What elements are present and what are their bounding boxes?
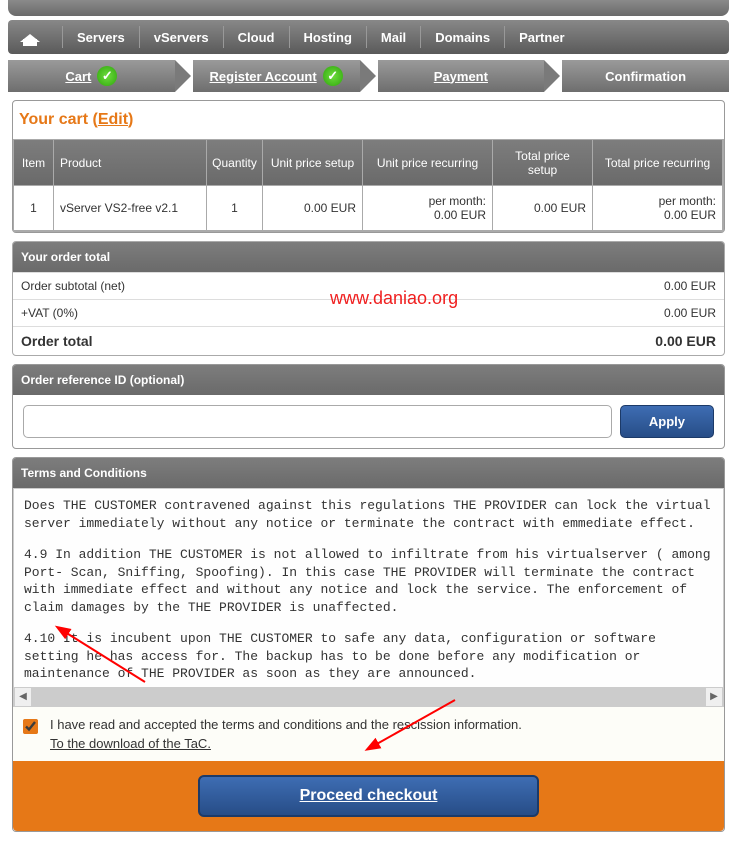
horizontal-scrollbar[interactable]: ◀ ▶ bbox=[13, 688, 724, 706]
cart-title-suffix: ) bbox=[128, 111, 133, 128]
check-icon: ✓ bbox=[323, 66, 343, 86]
totals-header: Your order total bbox=[13, 242, 724, 272]
subtotal-row: Order subtotal (net) 0.00 EUR bbox=[13, 272, 724, 299]
apply-button[interactable]: Apply bbox=[620, 405, 714, 438]
nav-hosting[interactable]: Hosting bbox=[304, 30, 352, 45]
reference-input[interactable] bbox=[23, 405, 612, 438]
recurring-label: per month: bbox=[429, 194, 486, 208]
scroll-left-icon[interactable]: ◀ bbox=[14, 688, 32, 706]
vat-value: 0.00 EUR bbox=[664, 306, 716, 320]
nav-separator bbox=[62, 26, 63, 48]
main-nav: Servers vServers Cloud Hosting Mail Doma… bbox=[8, 20, 729, 54]
th-total-recurring: Total price recurring bbox=[593, 140, 723, 186]
subtotal-label: Order subtotal (net) bbox=[21, 279, 125, 293]
home-icon[interactable] bbox=[20, 28, 40, 46]
step-confirmation-label: Confirmation bbox=[605, 69, 686, 84]
accept-terms-row: I have read and accepted the terms and c… bbox=[13, 706, 724, 761]
terms-card: Terms and Conditions Does THE CUSTOMER c… bbox=[12, 457, 725, 832]
proceed-checkout-button[interactable]: Proceed checkout bbox=[198, 775, 540, 817]
terms-paragraph: 4.9 In addition THE CUSTOMER is not allo… bbox=[24, 546, 713, 616]
nav-separator bbox=[504, 26, 505, 48]
step-confirmation: Confirmation bbox=[562, 60, 729, 92]
vat-label: +VAT (0%) bbox=[21, 306, 78, 320]
edit-cart-link[interactable]: Edit bbox=[98, 111, 128, 128]
th-item: Item bbox=[14, 140, 54, 186]
checkout-steps: Cart ✓ Register Account ✓ Payment Confirma… bbox=[8, 60, 729, 92]
accept-terms-label: I have read and accepted the terms and c… bbox=[50, 717, 522, 732]
terms-text-area[interactable]: Does THE CUSTOMER contravened against th… bbox=[13, 488, 724, 688]
step-register-label: Register Account bbox=[210, 69, 317, 84]
nav-separator bbox=[139, 26, 140, 48]
nav-separator bbox=[289, 26, 290, 48]
terms-paragraph: 4.10 It is incubent upon THE CUSTOMER to… bbox=[24, 630, 713, 683]
order-total-row: Order total 0.00 EUR bbox=[13, 326, 724, 355]
td-unit-recurring: per month:0.00 EUR bbox=[363, 186, 493, 231]
top-banner bbox=[8, 0, 729, 16]
recurring-value: 0.00 EUR bbox=[664, 208, 716, 222]
nav-domains[interactable]: Domains bbox=[435, 30, 490, 45]
terms-header: Terms and Conditions bbox=[13, 458, 724, 488]
cart-title-prefix: Your cart ( bbox=[19, 111, 98, 128]
cart-table: Item Product Quantity Unit price setup U… bbox=[13, 139, 724, 232]
nav-separator bbox=[223, 26, 224, 48]
td-unit-setup: 0.00 EUR bbox=[263, 186, 363, 231]
th-unit-recurring: Unit price recurring bbox=[363, 140, 493, 186]
td-total-recurring: per month:0.00 EUR bbox=[593, 186, 723, 231]
nav-cloud[interactable]: Cloud bbox=[238, 30, 275, 45]
recurring-value: 0.00 EUR bbox=[434, 208, 486, 222]
cart-card: Your cart (Edit) Item Product Quantity U… bbox=[12, 100, 725, 233]
reference-header: Order reference ID (optional) bbox=[13, 365, 724, 395]
th-total-setup: Total price setup bbox=[493, 140, 593, 186]
nav-mail[interactable]: Mail bbox=[381, 30, 406, 45]
vat-row: +VAT (0%) 0.00 EUR bbox=[13, 299, 724, 326]
nav-separator bbox=[420, 26, 421, 48]
terms-paragraph: Does THE CUSTOMER contravened against th… bbox=[24, 497, 713, 532]
step-register[interactable]: Register Account ✓ bbox=[193, 60, 360, 92]
step-payment-label: Payment bbox=[434, 69, 488, 84]
order-total-label: Order total bbox=[21, 333, 93, 349]
check-icon: ✓ bbox=[97, 66, 117, 86]
th-product: Product bbox=[54, 140, 207, 186]
td-total-setup: 0.00 EUR bbox=[493, 186, 593, 231]
th-unit-setup: Unit price setup bbox=[263, 140, 363, 186]
th-quantity: Quantity bbox=[207, 140, 263, 186]
scroll-right-icon[interactable]: ▶ bbox=[705, 688, 723, 706]
proceed-bar: Proceed checkout bbox=[13, 761, 724, 831]
order-total-value: 0.00 EUR bbox=[655, 333, 716, 349]
nav-vservers[interactable]: vServers bbox=[154, 30, 209, 45]
step-payment[interactable]: Payment bbox=[378, 60, 545, 92]
nav-partner[interactable]: Partner bbox=[519, 30, 565, 45]
nav-servers[interactable]: Servers bbox=[77, 30, 125, 45]
cart-title: Your cart (Edit) bbox=[13, 101, 724, 139]
totals-card: Your order total Order subtotal (net) 0.… bbox=[12, 241, 725, 356]
td-quantity: 1 bbox=[207, 186, 263, 231]
accept-terms-checkbox[interactable] bbox=[23, 719, 38, 734]
step-cart[interactable]: Cart ✓ bbox=[8, 60, 175, 92]
step-cart-label: Cart bbox=[65, 69, 91, 84]
subtotal-value: 0.00 EUR bbox=[664, 279, 716, 293]
td-item: 1 bbox=[14, 186, 54, 231]
reference-card: Order reference ID (optional) Apply bbox=[12, 364, 725, 449]
download-tac-link[interactable]: To the download of the TaC. bbox=[50, 736, 211, 751]
scroll-track[interactable] bbox=[32, 688, 705, 706]
nav-separator bbox=[366, 26, 367, 48]
td-product: vServer VS2-free v2.1 bbox=[54, 186, 207, 231]
recurring-label: per month: bbox=[659, 194, 716, 208]
